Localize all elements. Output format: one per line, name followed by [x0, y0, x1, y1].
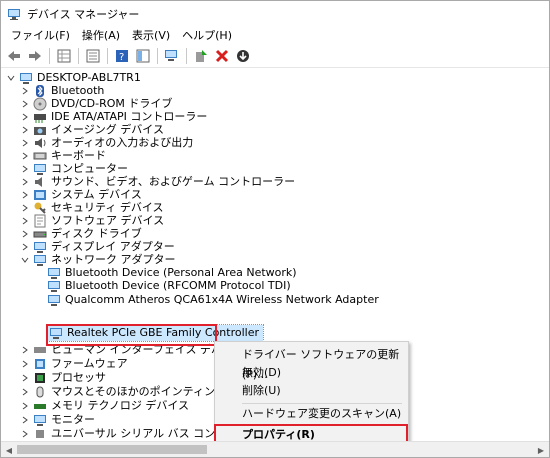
- ctx-scan-hardware[interactable]: ハードウェア変更のスキャン(A): [215, 404, 408, 424]
- device-manager-window: デバイス マネージャー ファイル(F) 操作(A) 表示(V) ヘルプ(H) ?…: [0, 0, 550, 458]
- toolbar: ?: [1, 45, 549, 68]
- context-menu: ドライバー ソフトウェアの更新(P)... 無効(D) 削除(U) ハードウェア…: [214, 341, 409, 447]
- help-icon[interactable]: ?: [113, 47, 131, 65]
- console-tree-icon[interactable]: [134, 47, 152, 65]
- toolbar-separator: [49, 48, 50, 64]
- back-icon[interactable]: [5, 47, 23, 65]
- uninstall-icon[interactable]: [213, 47, 231, 65]
- network-adapter-icon: [49, 326, 63, 340]
- network-device-label: Realtek PCIe GBE Family Controller: [67, 326, 260, 339]
- forward-icon[interactable]: [26, 47, 44, 65]
- chevron-down-icon[interactable]: [5, 69, 17, 87]
- menu-view[interactable]: 表示(V): [126, 27, 176, 45]
- toolbar-separator: [78, 48, 79, 64]
- toolbar-separator: [186, 48, 187, 64]
- device-manager-app-icon: [7, 7, 21, 21]
- window-title: デバイス マネージャー: [27, 8, 140, 21]
- ctx-disable[interactable]: 無効(D): [215, 363, 408, 383]
- ctx-update-driver[interactable]: ドライバー ソフトウェアの更新(P)...: [215, 345, 408, 381]
- network-device-realtek[interactable]: Realtek PCIe GBE Family Controller: [45, 324, 265, 342]
- chevron-down-icon[interactable]: [19, 251, 31, 269]
- update-driver-icon[interactable]: [234, 47, 252, 65]
- properties-grid-icon[interactable]: [55, 47, 73, 65]
- scan-hardware-icon[interactable]: [163, 47, 181, 65]
- menu-action[interactable]: 操作(A): [76, 27, 126, 45]
- menu-file[interactable]: ファイル(F): [5, 27, 76, 45]
- scrollbar-thumb[interactable]: [17, 445, 207, 454]
- network-device-label: Qualcomm Atheros QCA61x4A Wireless Netwo…: [65, 293, 379, 306]
- toolbar-separator: [157, 48, 158, 64]
- ctx-uninstall[interactable]: 削除(U): [215, 381, 408, 401]
- horizontal-scrollbar[interactable]: ◀ ▶: [1, 441, 549, 457]
- title-bar: デバイス マネージャー: [1, 1, 549, 27]
- toolbar-separator: [107, 48, 108, 64]
- svg-text:?: ?: [119, 52, 124, 63]
- network-adapter-icon: [47, 293, 61, 307]
- chevron-right-icon[interactable]: [19, 425, 31, 441]
- add-driver-icon[interactable]: [192, 47, 210, 65]
- view-icon[interactable]: [84, 47, 102, 65]
- menu-bar: ファイル(F) 操作(A) 表示(V) ヘルプ(H): [1, 27, 549, 45]
- menu-help[interactable]: ヘルプ(H): [176, 27, 238, 45]
- network-device-qualcomm[interactable]: Qualcomm Atheros QCA61x4A Wireless Netwo…: [45, 291, 379, 309]
- scroll-left-icon[interactable]: ◀: [1, 442, 17, 457]
- scroll-right-icon[interactable]: ▶: [533, 442, 549, 457]
- usb-icon: [33, 427, 47, 441]
